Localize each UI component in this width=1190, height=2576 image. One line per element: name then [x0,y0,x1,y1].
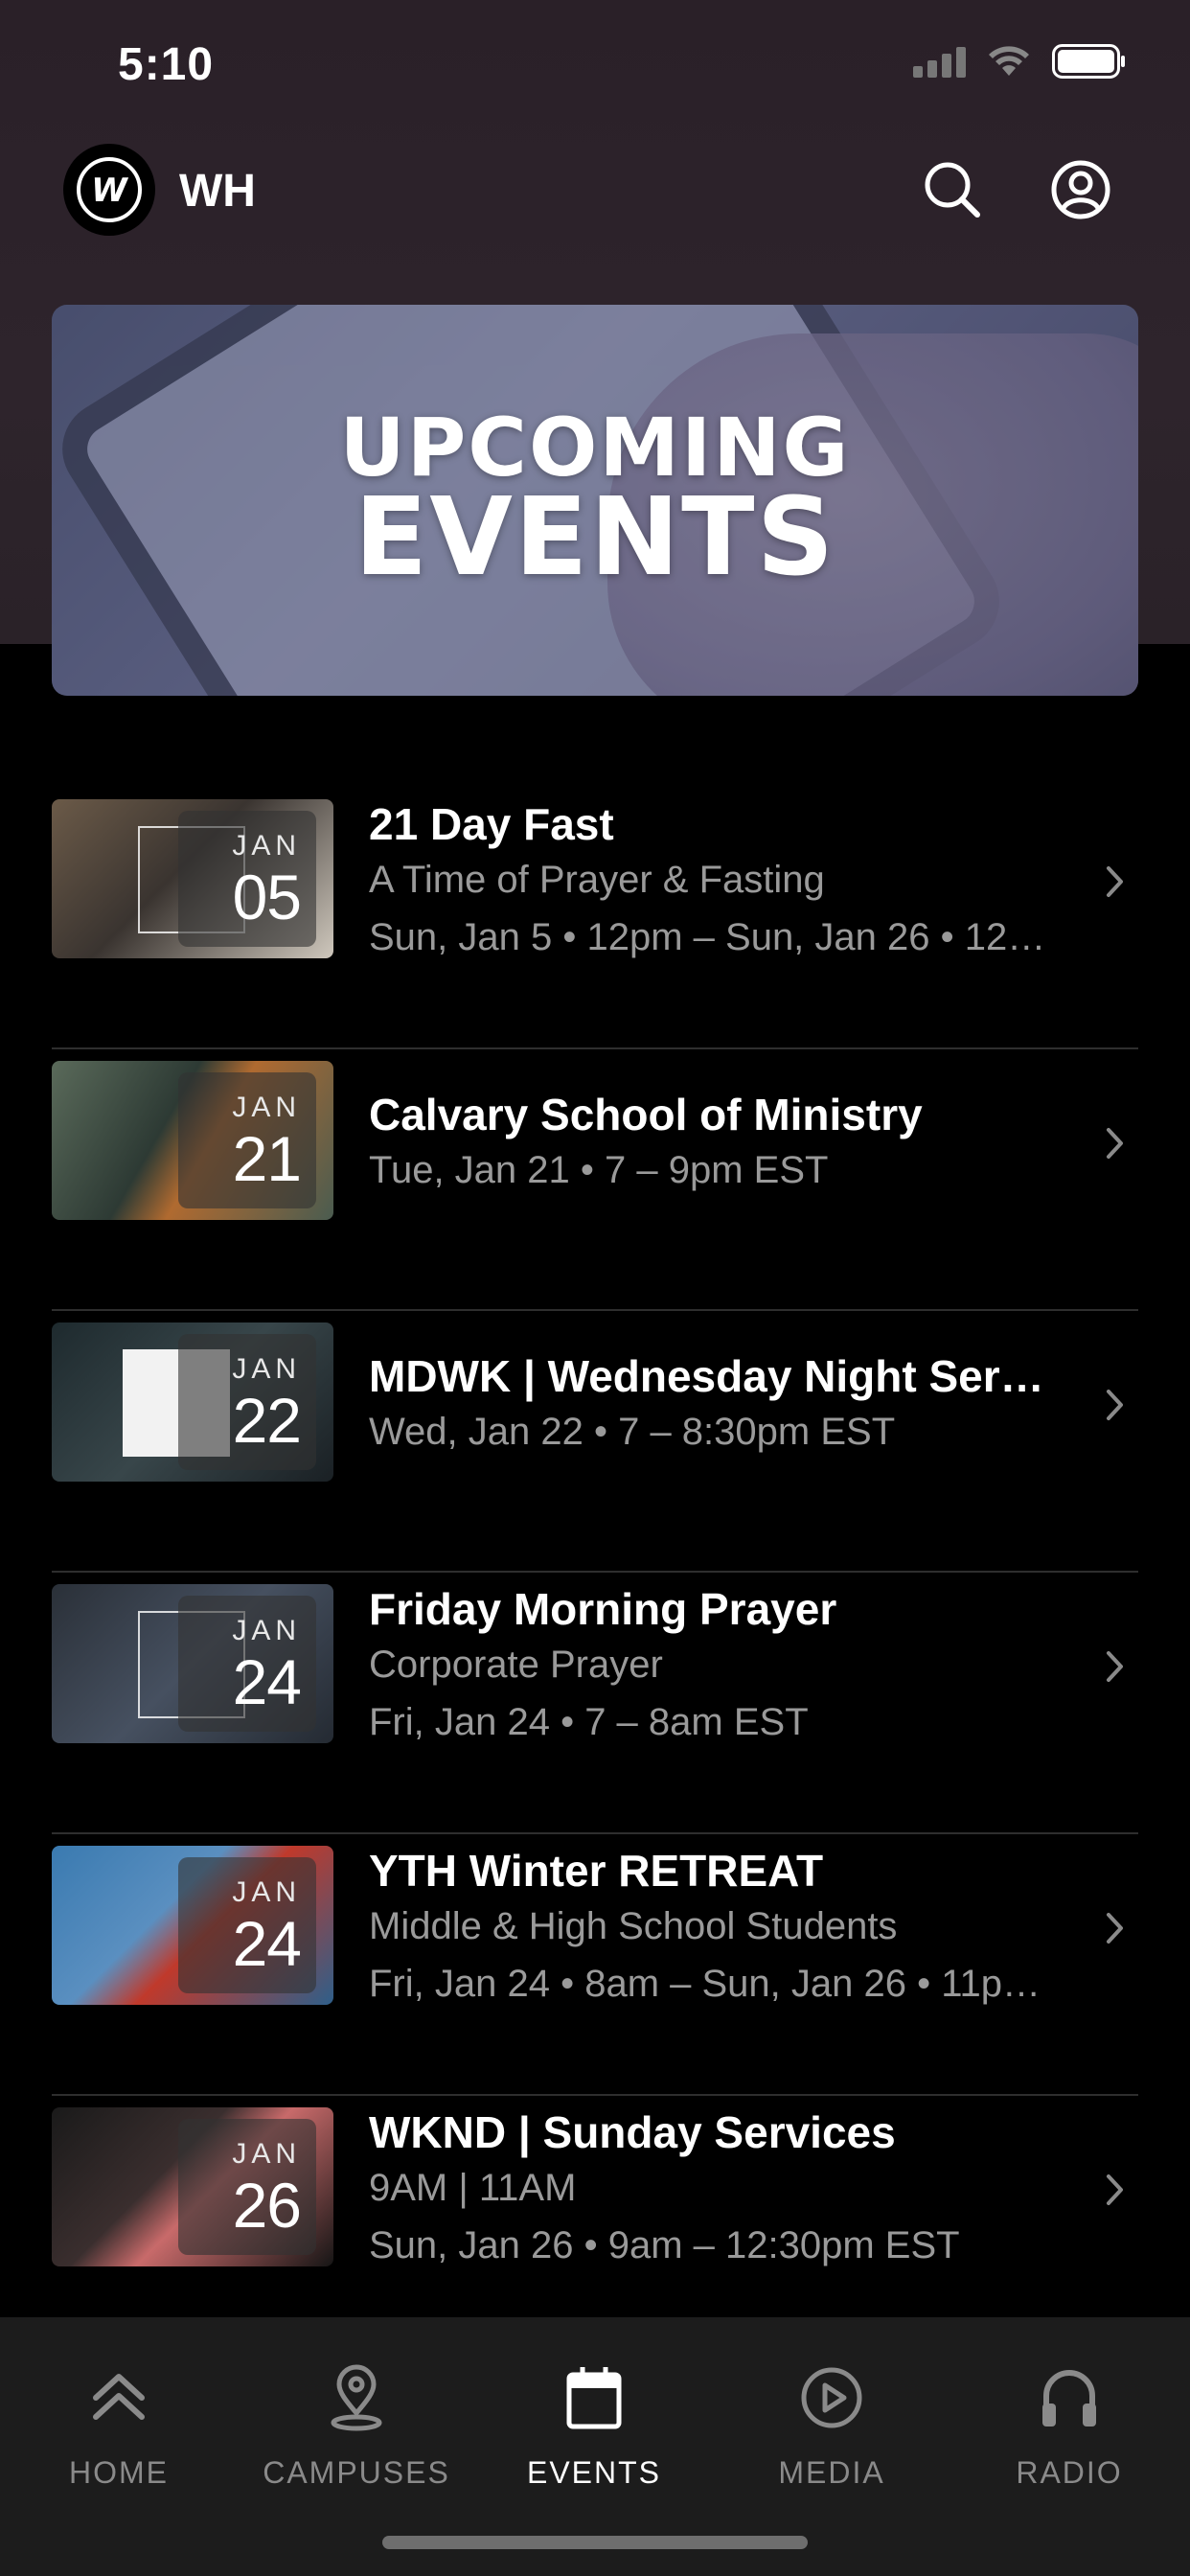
event-schedule: Sun, Jan 26 • 9am – 12:30pm EST [369,2224,960,2266]
play-circle-icon [801,2367,862,2428]
home-indicator[interactable] [382,2536,808,2549]
event-title: YTH Winter RETREAT [369,1846,824,1896]
tab-label: MEDIA [778,2455,885,2490]
events-list: JAN 05 21 Day Fast A Time of Prayer & Fa… [0,788,1190,2358]
event-thumbnail: JAN 26 [52,2107,333,2266]
headphones-icon [1042,2370,1096,2426]
search-icon [925,162,980,218]
svg-text:W: W [91,172,128,210]
user-circle-icon [1051,160,1110,219]
event-row[interactable]: JAN 22 MDWK | Wednesday Night Ser… Wed, … [0,1311,1190,1573]
tab-label: CAMPUSES [263,2455,450,2490]
event-date-badge: JAN 24 [178,1596,316,1732]
event-schedule: Tue, Jan 21 • 7 – 9pm EST [369,1149,829,1191]
event-title: MDWK | Wednesday Night Ser… [369,1351,1044,1401]
tab-label: EVENTS [526,2455,662,2490]
chevron-right-icon [1107,1651,1123,1682]
event-title: Friday Morning Prayer [369,1584,837,1634]
banner-title-line2: EVENTS [354,474,836,600]
location-pin-icon [331,2364,382,2431]
chevron-right-icon [1107,1913,1123,1944]
status-time: 5:10 [118,39,215,90]
tab-events[interactable]: EVENTS [475,2359,713,2491]
chevron-right-icon [1107,1128,1123,1159]
event-row[interactable]: JAN 21 Calvary School of Ministry Tue, J… [0,1049,1190,1311]
logo-mark-icon: W [77,157,142,222]
status-bar: 5:10 [0,0,1190,134]
tab-label: RADIO [1016,2455,1123,2490]
account-button[interactable] [1046,155,1115,224]
event-schedule: Fri, Jan 24 • 7 – 8am EST [369,1701,809,1743]
organization-logo[interactable]: W [63,144,155,236]
event-thumbnail: JAN 24 [52,1584,333,1743]
tab-label: HOME [69,2455,169,2490]
upcoming-events-banner: UPCOMING EVENTS [52,305,1138,696]
chevron-right-icon [1107,1390,1123,1420]
event-title: WKND | Sunday Services [369,2107,896,2157]
event-schedule: Wed, Jan 22 • 7 – 8:30pm EST [369,1411,896,1453]
event-subtitle: Corporate Prayer [369,1644,663,1686]
event-date-badge: JAN 24 [178,1857,316,1993]
calendar-icon [566,2367,622,2429]
event-subtitle: 9AM | 11AM [369,2167,577,2209]
event-thumbnail: JAN 24 [52,1846,333,2005]
event-thumbnail: JAN 05 [52,799,333,958]
chevron-right-icon [1107,2174,1123,2205]
battery-icon [1052,44,1127,79]
event-row[interactable]: JAN 05 21 Day Fast A Time of Prayer & Fa… [0,788,1190,1049]
search-button[interactable] [918,155,987,224]
event-row[interactable]: JAN 24 YTH Winter RETREAT Middle & High … [0,1834,1190,2096]
chevron-right-icon [1107,866,1123,897]
banner-title: UPCOMING EVENTS [52,407,1138,600]
event-subtitle: Middle & High School Students [369,1905,898,1947]
event-title: Calvary School of Ministry [369,1090,923,1139]
event-row[interactable]: JAN 24 Friday Morning Prayer Corporate P… [0,1573,1190,1834]
tab-radio[interactable]: RADIO [950,2359,1188,2491]
app-header: W WH [0,144,1190,236]
event-thumbnail: JAN 22 [52,1322,333,1482]
tab-home[interactable]: HOME [0,2359,238,2491]
event-date-badge: JAN 22 [178,1334,316,1470]
tab-campuses[interactable]: CAMPUSES [238,2359,475,2491]
cellular-signal-icon [913,45,966,78]
event-schedule: Fri, Jan 24 • 8am – Sun, Jan 26 • 11p… [369,1963,1041,2005]
tab-media[interactable]: MEDIA [713,2359,950,2491]
status-icons [913,44,1127,79]
event-schedule: Sun, Jan 5 • 12pm – Sun, Jan 26 • 12… [369,916,1046,958]
home-chevrons-icon [93,2374,145,2420]
event-title: 21 Day Fast [369,799,614,849]
event-date-badge: JAN 26 [178,2119,316,2255]
event-date-badge: JAN 05 [178,811,316,947]
event-date-badge: JAN 21 [178,1072,316,1208]
organization-name: WH [179,166,256,217]
wifi-icon [987,45,1031,78]
event-thumbnail: JAN 21 [52,1061,333,1220]
event-subtitle: A Time of Prayer & Fasting [369,859,825,901]
